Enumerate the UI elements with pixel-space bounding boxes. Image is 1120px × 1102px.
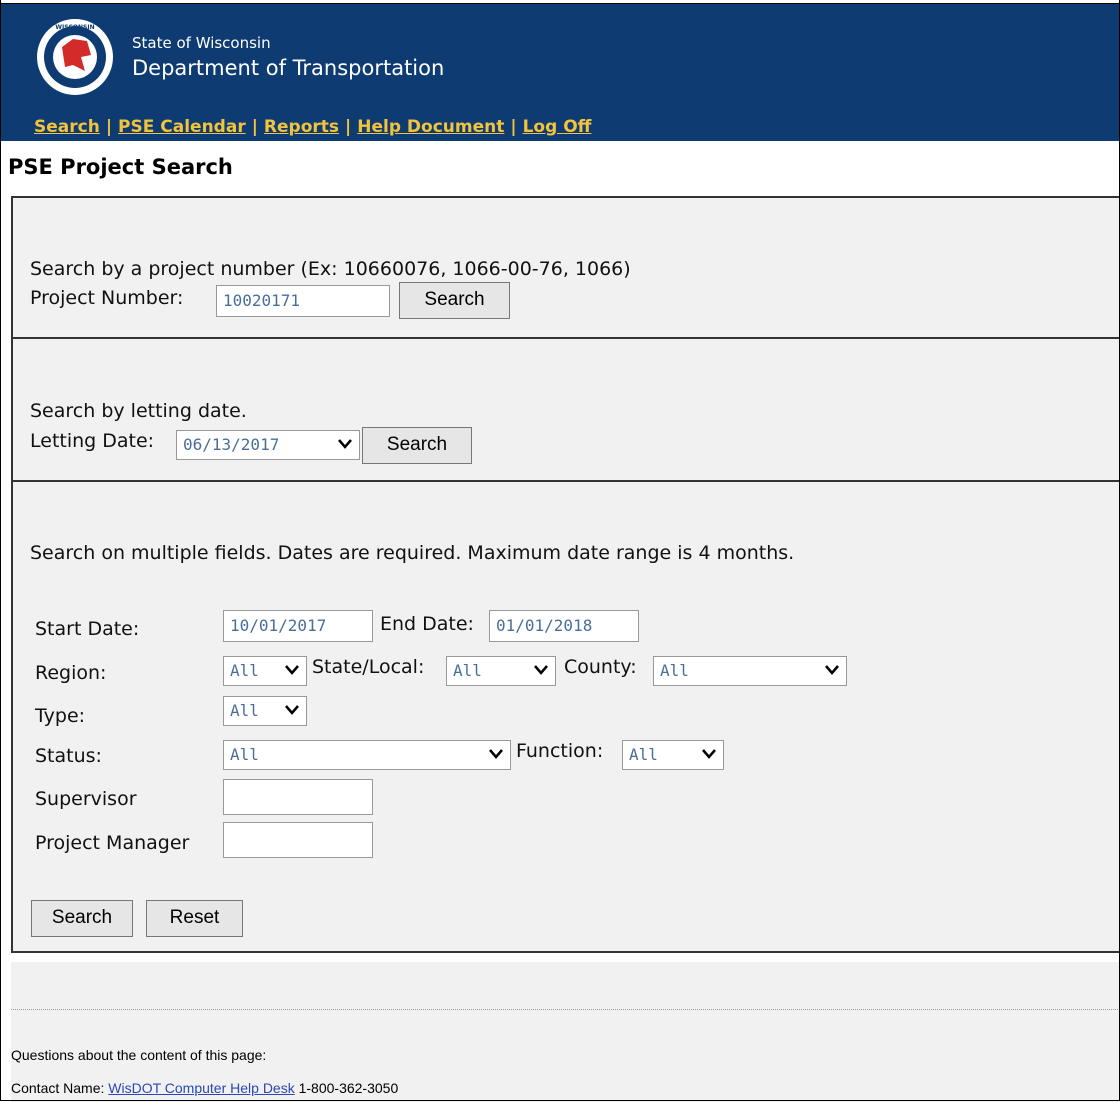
page-frame [0, 0, 1120, 1101]
